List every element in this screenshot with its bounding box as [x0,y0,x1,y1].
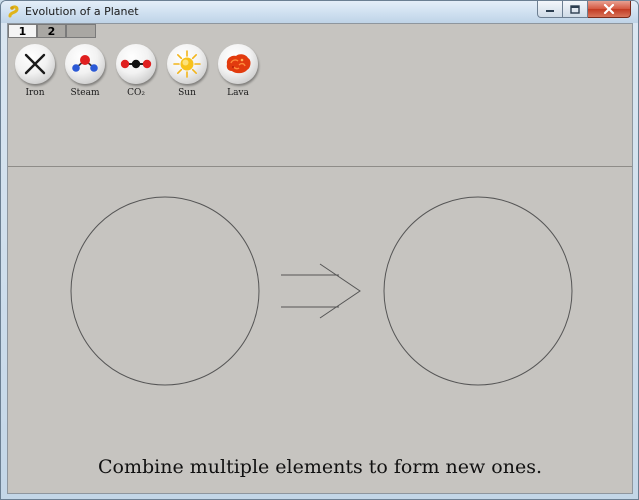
title-bar[interactable]: Evolution of a Planet [1,1,638,23]
arrow-right-icon [281,263,361,319]
close-button[interactable] [588,1,631,18]
window-controls [537,1,631,19]
window-title: Evolution of a Planet [25,5,139,18]
maximize-button[interactable] [563,1,588,18]
output-slot-circle[interactable] [383,196,573,386]
combination-area [70,196,573,386]
close-icon [603,4,615,14]
pygame-snake-icon [8,5,19,18]
game-canvas[interactable]: 1 2 Iron Steam CO₂ Sun Lava Combine mult… [7,23,633,494]
app-window: Evolution of a Planet 1 2 Iron Steam CO₂… [0,0,639,500]
maximize-icon [570,4,580,14]
minimize-button[interactable] [537,1,563,18]
minimize-icon [546,10,554,12]
instructions-text: Combine multiple elements to form new on… [97,456,543,478]
input-slot-circle[interactable] [70,196,260,386]
